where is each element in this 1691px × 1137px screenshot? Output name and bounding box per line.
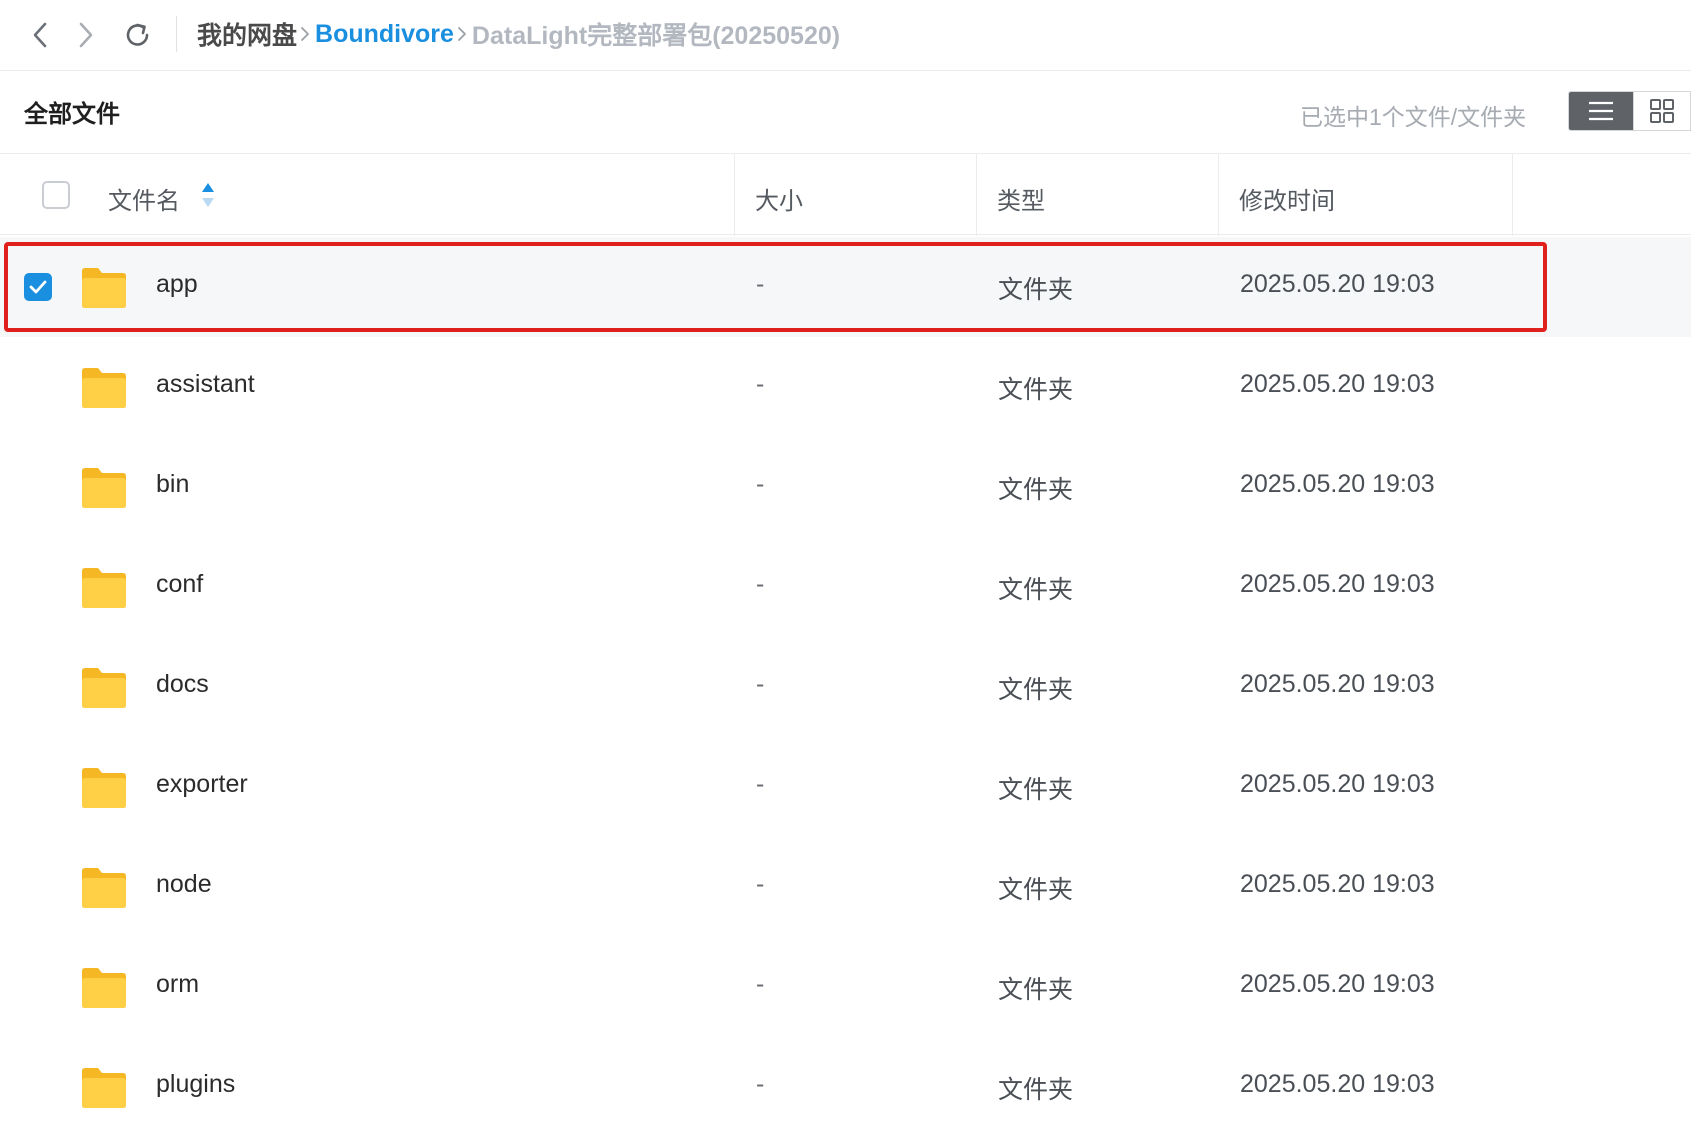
file-size: - xyxy=(756,770,765,798)
column-divider xyxy=(1218,154,1219,236)
row-checkbox[interactable] xyxy=(24,273,52,301)
breadcrumb-boundivore[interactable]: Boundivore xyxy=(315,20,454,49)
file-size: - xyxy=(756,270,765,298)
file-modified: 2025.05.20 19:03 xyxy=(1240,870,1435,898)
folder-icon xyxy=(82,368,126,408)
file-modified: 2025.05.20 19:03 xyxy=(1240,970,1435,998)
file-name[interactable]: node xyxy=(156,870,212,899)
table-row[interactable]: orm - 文件夹 2025.05.20 19:03 xyxy=(0,937,1691,1037)
folder-icon xyxy=(82,468,126,508)
column-divider xyxy=(734,154,735,236)
sort-icon[interactable] xyxy=(200,180,216,210)
folder-icon xyxy=(82,568,126,608)
breadcrumb-root[interactable]: 我的网盘 xyxy=(197,16,297,52)
refresh-button[interactable] xyxy=(120,17,156,53)
folder-icon xyxy=(82,868,126,908)
breadcrumb-current: DataLight完整部署包(20250520) xyxy=(471,22,841,50)
file-name[interactable]: app xyxy=(156,270,198,299)
file-size: - xyxy=(756,870,765,898)
list-view-button[interactable] xyxy=(1569,92,1633,130)
file-type: 文件夹 xyxy=(998,1076,1074,1104)
column-divider xyxy=(1512,154,1513,236)
table-row[interactable]: bin - 文件夹 2025.05.20 19:03 xyxy=(0,437,1691,537)
table-row[interactable]: docs - 文件夹 2025.05.20 19:03 xyxy=(0,637,1691,737)
column-header-size[interactable]: 大小 xyxy=(755,181,803,216)
breadcrumb: 我的网盘 Boundivore DataLight完整部署包(20250520) xyxy=(197,14,840,54)
file-type: 文件夹 xyxy=(998,876,1074,904)
file-name[interactable]: conf xyxy=(156,570,203,599)
list-view-icon xyxy=(1588,101,1613,121)
page-title: 全部文件 xyxy=(24,101,120,128)
file-modified: 2025.05.20 19:03 xyxy=(1240,770,1435,798)
nav-divider xyxy=(176,16,177,52)
chevron-right-icon xyxy=(456,24,468,44)
file-modified: 2025.05.20 19:03 xyxy=(1240,1070,1435,1098)
column-header-modified[interactable]: 修改时间 xyxy=(1239,181,1335,216)
file-size: - xyxy=(756,370,765,398)
file-table-header: 文件名 大小 类型 修改时间 xyxy=(0,153,1691,236)
column-header-name[interactable]: 文件名 xyxy=(108,181,180,216)
file-name[interactable]: bin xyxy=(156,470,189,499)
file-modified: 2025.05.20 19:03 xyxy=(1240,670,1435,698)
top-navigation-bar: 我的网盘 Boundivore DataLight完整部署包(20250520) xyxy=(0,0,1691,71)
file-list: app - 文件夹 2025.05.20 19:03 assistant - 文… xyxy=(0,237,1691,1137)
file-type: 文件夹 xyxy=(998,476,1074,504)
file-type: 文件夹 xyxy=(998,776,1074,804)
file-size: - xyxy=(756,670,765,698)
file-name[interactable]: assistant xyxy=(156,370,255,399)
selection-status: 已选中1个文件/文件夹 xyxy=(1300,104,1527,130)
table-row[interactable]: plugins - 文件夹 2025.05.20 19:03 xyxy=(0,1037,1691,1137)
file-type: 文件夹 xyxy=(998,276,1074,304)
file-name[interactable]: orm xyxy=(156,970,199,999)
refresh-icon xyxy=(126,23,149,46)
file-name[interactable]: plugins xyxy=(156,1070,235,1099)
folder-icon xyxy=(82,968,126,1008)
checkmark-icon xyxy=(29,280,47,294)
back-button[interactable] xyxy=(22,17,58,53)
file-size: - xyxy=(756,1070,765,1098)
file-modified: 2025.05.20 19:03 xyxy=(1240,270,1435,298)
file-modified: 2025.05.20 19:03 xyxy=(1240,570,1435,598)
select-all-checkbox[interactable] xyxy=(42,181,70,209)
chevron-right-icon xyxy=(299,24,311,44)
file-name[interactable]: docs xyxy=(156,670,209,699)
table-row[interactable]: conf - 文件夹 2025.05.20 19:03 xyxy=(0,537,1691,637)
folder-icon xyxy=(82,668,126,708)
file-type: 文件夹 xyxy=(998,576,1074,604)
folder-icon xyxy=(82,1068,126,1108)
file-size: - xyxy=(756,970,765,998)
file-type: 文件夹 xyxy=(998,676,1074,704)
forward-arrow-icon xyxy=(79,22,93,48)
file-type: 文件夹 xyxy=(998,976,1074,1004)
table-row[interactable]: exporter - 文件夹 2025.05.20 19:03 xyxy=(0,737,1691,837)
forward-button[interactable] xyxy=(68,17,104,53)
file-size: - xyxy=(756,470,765,498)
grid-view-button[interactable] xyxy=(1632,92,1690,130)
file-type: 文件夹 xyxy=(998,376,1074,404)
folder-icon xyxy=(82,768,126,808)
column-divider xyxy=(976,154,977,236)
grid-view-icon xyxy=(1649,99,1674,123)
file-modified: 2025.05.20 19:03 xyxy=(1240,470,1435,498)
folder-icon xyxy=(82,268,126,308)
file-name[interactable]: exporter xyxy=(156,770,248,799)
table-row[interactable]: assistant - 文件夹 2025.05.20 19:03 xyxy=(0,337,1691,437)
back-arrow-icon xyxy=(33,22,47,48)
table-row[interactable]: node - 文件夹 2025.05.20 19:03 xyxy=(0,837,1691,937)
view-mode-toggle xyxy=(1568,91,1691,131)
file-size: - xyxy=(756,570,765,598)
table-row[interactable]: app - 文件夹 2025.05.20 19:03 xyxy=(0,237,1691,337)
file-modified: 2025.05.20 19:03 xyxy=(1240,370,1435,398)
column-header-type[interactable]: 类型 xyxy=(997,181,1045,216)
